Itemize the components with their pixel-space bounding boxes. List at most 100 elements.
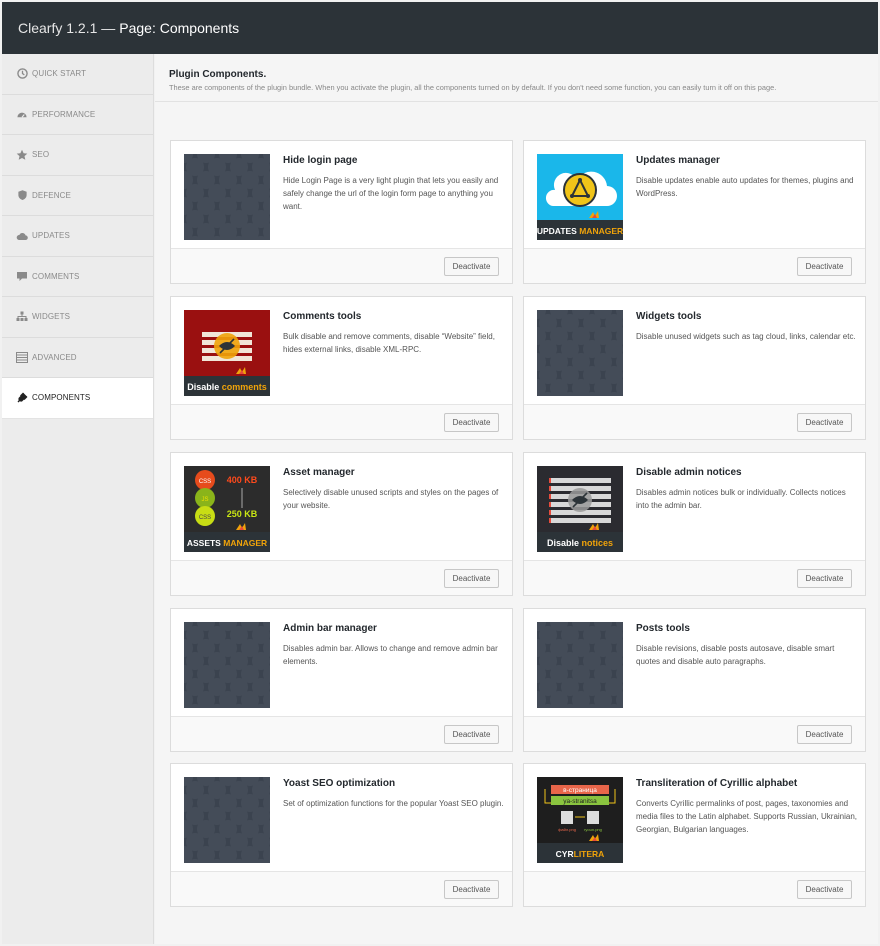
assets-manager-logo: CSS JS CSS 400 KB 250 KB ASSETS MANAGER [184,466,270,552]
sidebar: QUICK START PERFORMANCE SEO DEFENCE UPDATES C… [2,54,154,944]
plug-icon [16,392,28,404]
disable-notices-logo: Disable notices [537,466,623,552]
thumb-cyr-word: в-страница [563,787,597,794]
sidebar-item-advanced[interactable]: ADVANCED [2,338,153,378]
component-title: Widgets tools [636,311,702,322]
component-card-footer: Deactivate [171,560,512,595]
deactivate-button[interactable]: Deactivate [797,880,852,899]
comment-icon [16,270,28,282]
component-title: Disable admin notices [636,467,742,478]
component-description: Hide Login Page is a very light plugin t… [283,176,499,211]
sidebar-item-components[interactable]: COMPONENTS [2,378,153,419]
placeholder-image [184,777,270,863]
svg-text:CSS: CSS [199,479,211,485]
component-card-footer: Deactivate [524,716,865,751]
sidebar-item-label: UPDATES [32,231,70,241]
component-card-yoast-seo-optimization: Yoast SEO optimization Set of optimizatio… [170,763,513,907]
app-window: Clearfy 1.2.1 — Page: Components QUICK S… [2,2,878,944]
svg-text:ASSETS MANAGER: ASSETS MANAGER [187,538,267,548]
component-title: Hide login page [283,155,358,166]
dashboard-icon [16,108,28,120]
deactivate-button[interactable]: Deactivate [797,569,852,588]
component-card-footer: Deactivate [171,871,512,906]
deactivate-button[interactable]: Deactivate [797,725,852,744]
component-thumbnail [537,310,623,396]
page-header: Plugin Components. These are components … [155,54,878,102]
sidebar-item-seo[interactable]: SEO [2,135,153,176]
component-card-posts-tools: Posts tools Disable revisions, disable po… [523,608,866,752]
svg-text:CSS: CSS [199,515,211,521]
component-thumbnail [184,777,270,863]
sidebar-item-comments[interactable]: COMMENTS [2,257,153,297]
component-thumbnail: Disable comments [184,310,270,396]
placeholder-image [184,154,270,240]
sidebar-item-quick-start[interactable]: QUICK START [2,54,153,95]
disable-comments-logo: Disable comments [184,310,270,396]
sidebar-item-defence[interactable]: DEFENCE [2,176,153,216]
component-title: Comments tools [283,311,362,322]
sitemap-icon [16,311,28,323]
component-thumbnail: в-страница ya-stranitsa файл.png ryoun.png C… [537,777,623,863]
sidebar-item-performance[interactable]: PERFORMANCE [2,95,153,135]
component-description: Selectively disable unused scripts and s… [283,488,499,510]
cyrlitera-logo: в-страница ya-stranitsa файл.png ryoun.png C… [537,777,623,863]
thumb-file-before: файл.png [558,827,576,832]
thumb-file-after: ryoun.png [584,827,602,832]
component-description: Disables admin bar. Allows to change and… [283,644,498,666]
deactivate-button[interactable]: Deactivate [444,569,499,588]
component-card-comments-tools: Disable comments Comments tools Bulk disab… [170,296,513,440]
placeholder-image [537,622,623,708]
component-thumbnail: UPDATES MANAGER [537,154,623,240]
thumb-label: Disable [547,538,579,548]
component-card-updates-manager: UPDATES MANAGER Updates manager Disable up… [523,140,866,284]
sidebar-item-updates[interactable]: UPDATES [2,216,153,257]
component-card-disable-admin-notices: Disable notices Disable admin notices Disa… [523,452,866,596]
component-card-transliteration-of-cyrillic-alphabet: в-страница ya-stranitsa файл.png ryoun.png C… [523,763,866,907]
section-heading: Plugin Components. [169,69,267,80]
clock-icon [16,68,28,80]
page-title: Page: Components [119,20,240,36]
thumb-label: UPDATES [537,226,577,236]
thumb-label: ASSETS [187,538,221,548]
component-thumbnail: Disable notices [537,466,623,552]
deactivate-button[interactable]: Deactivate [797,257,852,276]
sidebar-item-widgets[interactable]: WIDGETS [2,297,153,338]
thumb-size-after: 250 KB [227,509,258,519]
sidebar-item-label: PERFORMANCE [32,109,96,119]
shield-icon [16,189,28,201]
thumb-label-accent: notices [582,538,614,548]
deactivate-button[interactable]: Deactivate [444,413,499,432]
component-card-footer: Deactivate [171,248,512,283]
cloud-icon [16,230,28,242]
component-title: Posts tools [636,623,690,634]
thumb-label: Disable [187,382,219,392]
component-description: Disable unused widgets such as tag cloud… [636,332,856,341]
deactivate-button[interactable]: Deactivate [444,880,499,899]
component-card-footer: Deactivate [524,871,865,906]
svg-text:JS: JS [201,497,208,503]
component-description: Disable revisions, disable posts autosav… [636,644,835,666]
sidebar-item-label: COMPONENTS [32,393,91,403]
component-card-hide-login-page: Hide login page Hide Login Page is a very… [170,140,513,284]
component-thumbnail [184,622,270,708]
deactivate-button[interactable]: Deactivate [797,413,852,432]
component-title: Yoast SEO optimization [283,778,396,789]
component-title: Transliteration of Cyrillic alphabet [636,778,798,789]
component-title: Updates manager [636,155,720,166]
deactivate-button[interactable]: Deactivate [444,257,499,276]
deactivate-button[interactable]: Deactivate [444,725,499,744]
component-card-widgets-tools: Widgets tools Disable unused widgets such… [523,296,866,440]
sidebar-item-label: QUICK START [32,69,87,79]
star-icon [16,149,28,161]
placeholder-image [537,310,623,396]
main-content: Plugin Components. These are components … [155,54,878,944]
component-description: Set of optimization functions for the po… [283,799,504,808]
svg-text:UPDATES MANAGER: UPDATES MANAGER [537,226,623,236]
component-card-footer: Deactivate [524,560,865,595]
app-version: Clearfy 1.2.1 — [18,20,116,36]
component-title: Asset manager [283,467,355,478]
list-icon [16,351,28,363]
sidebar-item-label: ADVANCED [32,352,77,362]
sidebar-item-label: COMMENTS [32,271,80,281]
updates-manager-logo: UPDATES MANAGER [537,154,623,240]
